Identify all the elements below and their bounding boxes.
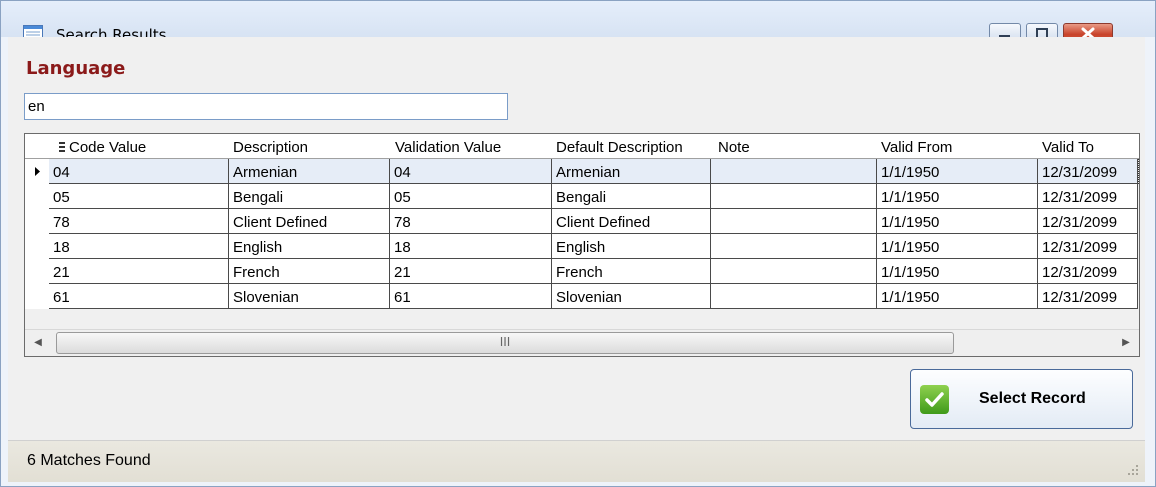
table-cell[interactable]: 1/1/1950 bbox=[877, 234, 1038, 259]
table-cell[interactable]: Armenian bbox=[229, 159, 390, 184]
table-cell[interactable]: 12/31/2099 bbox=[1038, 284, 1138, 309]
table-cell[interactable]: 1/1/1950 bbox=[877, 284, 1038, 309]
current-row-indicator-icon bbox=[35, 167, 40, 176]
table-cell[interactable]: French bbox=[552, 259, 711, 284]
horizontal-scrollbar[interactable]: ◀ III ▶ bbox=[25, 329, 1139, 356]
column-drag-handle-icon bbox=[59, 142, 65, 152]
table-cell[interactable]: 18 bbox=[390, 234, 552, 259]
table-row[interactable]: 61 Slovenian 61 Slovenian 1/1/1950 12/31/2099 bbox=[25, 284, 1139, 309]
table-cell[interactable]: 12/31/2099 bbox=[1038, 234, 1138, 259]
table-cell[interactable]: 1/1/1950 bbox=[877, 209, 1038, 234]
table-cell[interactable]: 05 bbox=[49, 184, 229, 209]
table-cell[interactable]: 61 bbox=[390, 284, 552, 309]
table-cell[interactable]: French bbox=[229, 259, 390, 284]
search-field-label: Language bbox=[26, 58, 126, 79]
table-cell[interactable]: Bengali bbox=[229, 184, 390, 209]
table-cell[interactable]: 1/1/1950 bbox=[877, 259, 1038, 284]
table-cell[interactable]: 04 bbox=[49, 159, 229, 184]
table-cell[interactable]: 12/31/2099 bbox=[1038, 209, 1138, 234]
column-header-validation-value[interactable]: Validation Value bbox=[395, 134, 501, 158]
table-cell[interactable]: 12/31/2099 bbox=[1038, 184, 1138, 209]
table-cell[interactable]: 61 bbox=[49, 284, 229, 309]
table-row[interactable]: 04 Armenian 04 Armenian 1/1/1950 12/31/2099 bbox=[25, 159, 1139, 184]
table-cell[interactable] bbox=[711, 234, 877, 259]
table-row[interactable]: 78 Client Defined 78 Client Defined 1/1/1950… bbox=[25, 209, 1139, 234]
status-text: 6 Matches Found bbox=[27, 452, 151, 469]
scroll-left-arrow[interactable]: ◀ bbox=[25, 330, 51, 356]
table-cell[interactable]: 12/31/2099 bbox=[1038, 159, 1138, 184]
table-cell[interactable]: 21 bbox=[390, 259, 552, 284]
select-record-button[interactable]: Select Record bbox=[910, 369, 1133, 429]
table-cell[interactable]: English bbox=[229, 234, 390, 259]
search-input[interactable] bbox=[24, 93, 508, 120]
row-header[interactable] bbox=[25, 284, 49, 309]
grid-header: Code Value Description Validation Value … bbox=[25, 134, 1139, 159]
table-cell[interactable]: 18 bbox=[49, 234, 229, 259]
table-cell[interactable] bbox=[711, 284, 877, 309]
table-cell[interactable]: 05 bbox=[390, 184, 552, 209]
select-record-label: Select Record bbox=[979, 390, 1086, 407]
table-cell[interactable]: Bengali bbox=[552, 184, 711, 209]
table-cell[interactable]: 1/1/1950 bbox=[877, 184, 1038, 209]
row-header[interactable] bbox=[25, 259, 49, 284]
column-header-code-value[interactable]: Code Value bbox=[69, 134, 146, 158]
table-cell[interactable]: 1/1/1950 bbox=[877, 159, 1038, 184]
table-cell[interactable]: 12/31/2099 bbox=[1038, 259, 1138, 284]
column-header-default-description[interactable]: Default Description bbox=[556, 134, 683, 158]
checkmark-icon bbox=[920, 385, 949, 414]
table-cell[interactable] bbox=[711, 159, 877, 184]
scroll-right-arrow[interactable]: ▶ bbox=[1113, 330, 1139, 356]
table-row[interactable]: 18 English 18 English 1/1/1950 12/31/2099 bbox=[25, 234, 1139, 259]
table-cell[interactable]: 78 bbox=[390, 209, 552, 234]
table-cell[interactable] bbox=[711, 209, 877, 234]
column-header-valid-to[interactable]: Valid To bbox=[1042, 134, 1094, 158]
scroll-thumb[interactable]: III bbox=[56, 332, 954, 354]
column-header-description[interactable]: Description bbox=[233, 134, 308, 158]
results-grid[interactable]: Code Value Description Validation Value … bbox=[24, 133, 1140, 357]
row-header[interactable] bbox=[25, 159, 49, 184]
table-cell[interactable] bbox=[711, 184, 877, 209]
title-bar[interactable] bbox=[1, 1, 1155, 37]
column-header-note[interactable]: Note bbox=[718, 134, 750, 158]
table-cell[interactable]: Client Defined bbox=[552, 209, 711, 234]
row-header[interactable] bbox=[25, 184, 49, 209]
table-row[interactable]: 05 Bengali 05 Bengali 1/1/1950 12/31/2099 bbox=[25, 184, 1139, 209]
status-bar: 6 Matches Found bbox=[8, 441, 1145, 482]
row-header[interactable] bbox=[25, 209, 49, 234]
table-cell[interactable]: 21 bbox=[49, 259, 229, 284]
table-cell[interactable]: Slovenian bbox=[229, 284, 390, 309]
table-cell[interactable]: 78 bbox=[49, 209, 229, 234]
resize-grip-icon[interactable] bbox=[1127, 464, 1139, 476]
table-cell[interactable]: Armenian bbox=[552, 159, 711, 184]
table-cell[interactable]: English bbox=[552, 234, 711, 259]
column-header-valid-from[interactable]: Valid From bbox=[881, 134, 952, 158]
table-cell[interactable]: Slovenian bbox=[552, 284, 711, 309]
table-cell[interactable]: Client Defined bbox=[229, 209, 390, 234]
table-cell[interactable]: 04 bbox=[390, 159, 552, 184]
table-row[interactable]: 21 French 21 French 1/1/1950 12/31/2099 bbox=[25, 259, 1139, 284]
table-cell[interactable] bbox=[711, 259, 877, 284]
row-header[interactable] bbox=[25, 234, 49, 259]
